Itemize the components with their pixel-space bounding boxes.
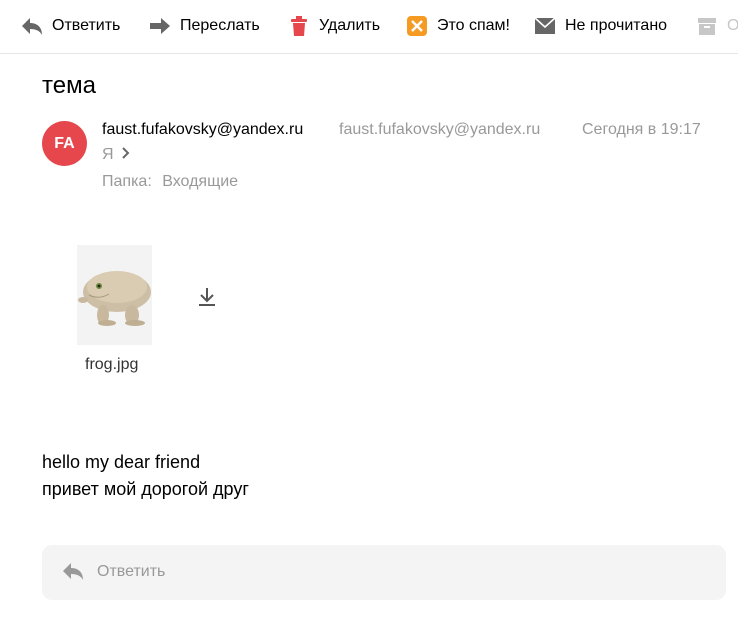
reply-icon bbox=[20, 14, 44, 38]
delete-label: Удалить bbox=[319, 17, 381, 34]
recipient-name: Я bbox=[102, 146, 114, 163]
spam-label: Это спам! bbox=[437, 17, 510, 34]
sender-name[interactable]: faust.fufakovsky@yandex.ru bbox=[102, 121, 303, 139]
folder-name[interactable]: Входящие bbox=[162, 173, 238, 190]
message-toolbar: Ответить Переслать Удалить Это спам! Не … bbox=[0, 0, 738, 54]
chevron-right-icon bbox=[121, 146, 130, 164]
quick-reply-label: Ответить bbox=[97, 563, 166, 580]
download-icon[interactable] bbox=[196, 286, 218, 308]
message-date: Сегодня в 19:17 bbox=[582, 121, 701, 138]
reply-icon bbox=[62, 561, 86, 585]
body-line: привет мой дорогой друг bbox=[42, 479, 249, 499]
attachment-thumbnail[interactable] bbox=[77, 245, 152, 345]
mark-unread-button[interactable]: Не прочитано bbox=[533, 14, 667, 38]
archive-button[interactable]: О bbox=[695, 14, 738, 38]
archive-icon bbox=[695, 14, 719, 38]
archive-label: О bbox=[727, 17, 738, 35]
spam-icon bbox=[405, 14, 429, 38]
forward-button[interactable]: Переслать bbox=[148, 14, 260, 38]
recipient-toggle[interactable]: Я bbox=[102, 146, 130, 164]
reply-button[interactable]: Ответить bbox=[20, 14, 120, 38]
trash-icon bbox=[287, 14, 311, 38]
folder-label: Папка: bbox=[102, 173, 152, 190]
reply-label: Ответить bbox=[52, 17, 121, 34]
sender-avatar[interactable]: FA bbox=[42, 121, 87, 166]
frog-image bbox=[77, 245, 152, 345]
forward-arrow-icon bbox=[148, 14, 172, 38]
attachment-filename[interactable]: frog.jpg bbox=[85, 356, 138, 374]
body-line: hello my dear friend bbox=[42, 452, 201, 472]
quick-reply-box[interactable]: Ответить bbox=[42, 545, 726, 600]
envelope-icon bbox=[533, 14, 557, 38]
mark-unread-label: Не прочитано bbox=[565, 17, 668, 34]
sender-email[interactable]: faust.fufakovsky@yandex.ru bbox=[339, 121, 540, 139]
folder-info: Папка: Входящие bbox=[102, 173, 238, 191]
delete-button[interactable]: Удалить bbox=[287, 14, 380, 38]
message-body: hello my dear friend привет мой дорогой … bbox=[42, 449, 249, 503]
message-subject: тема bbox=[42, 72, 96, 99]
avatar-initials: FA bbox=[54, 134, 75, 152]
forward-label: Переслать bbox=[180, 17, 260, 34]
spam-button[interactable]: Это спам! bbox=[405, 14, 510, 38]
